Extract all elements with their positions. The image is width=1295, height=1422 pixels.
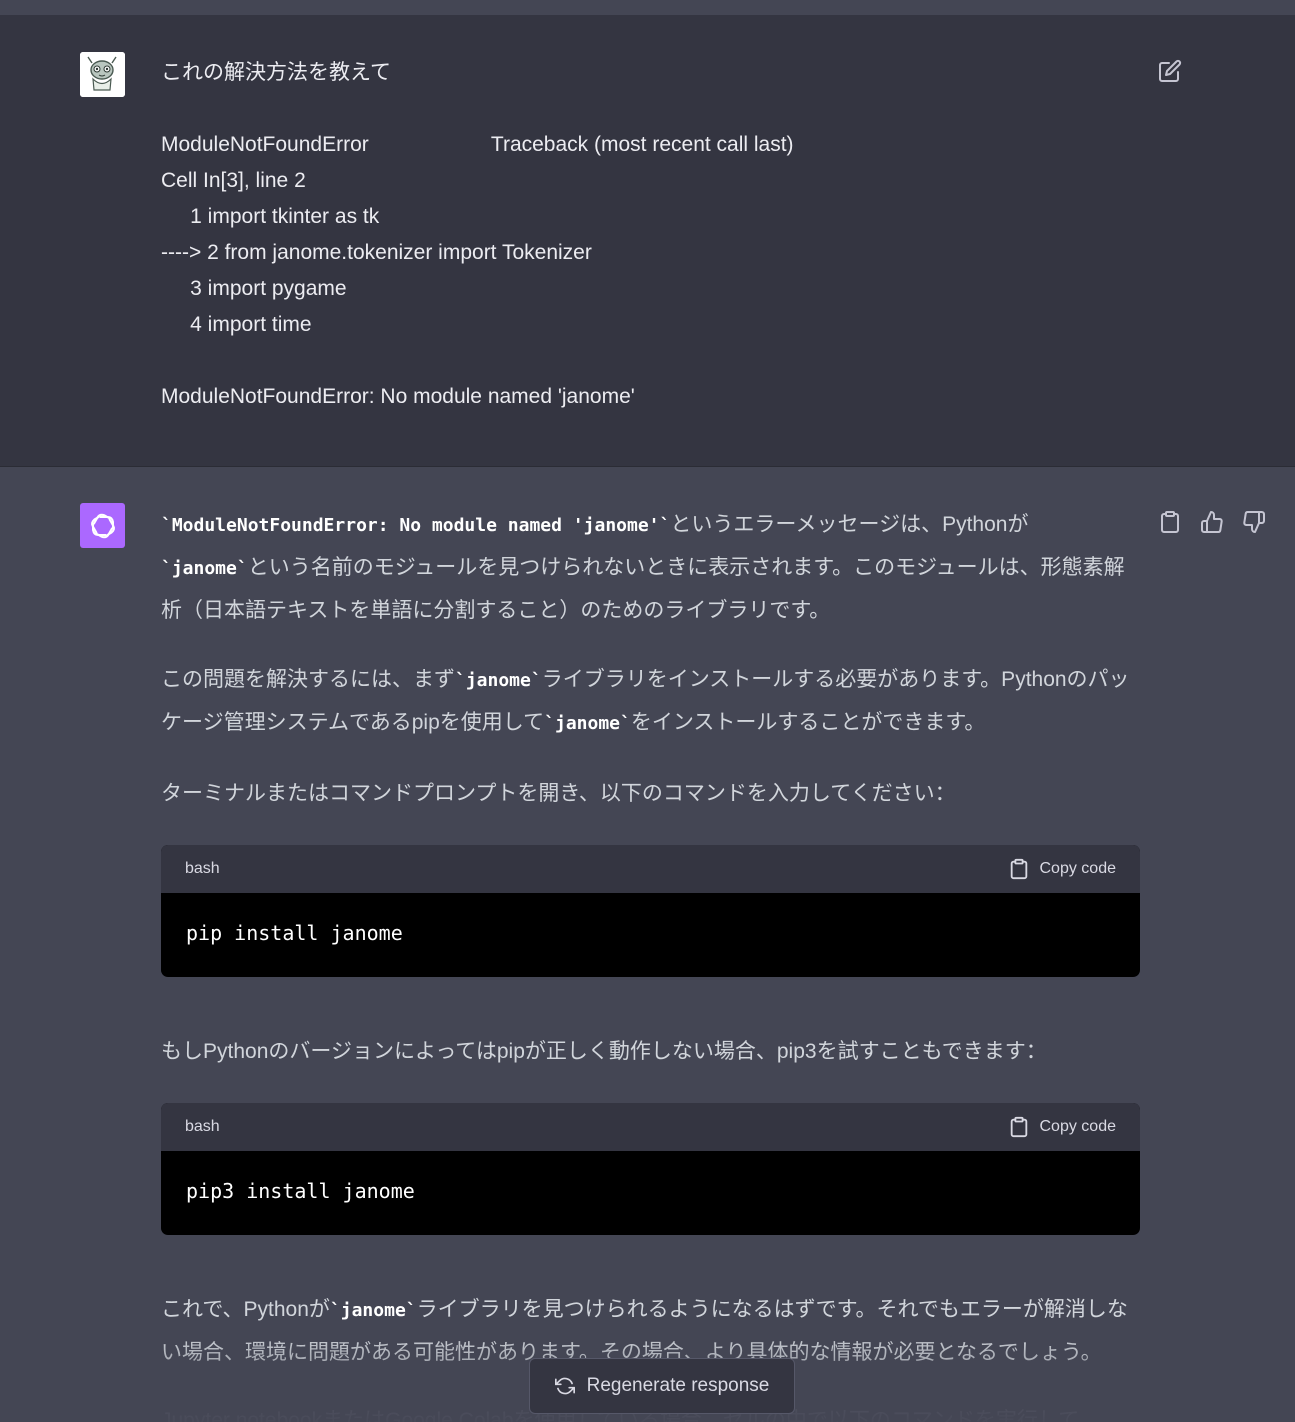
paragraph-text: というエラーメッセージは、Pythonが — [670, 513, 1029, 536]
answer-paragraph: ターミナルまたはコマンドプロンプトを開き、以下のコマンドを入力してください： — [161, 782, 956, 805]
traceback-line: Cell In[3], line 2 — [161, 169, 306, 192]
code-block-header: bash Copy code — [161, 845, 1140, 893]
paragraph-text: これで、Pythonが — [161, 1298, 330, 1321]
inline-code: `janome` — [455, 670, 542, 691]
traceback-line: 4 import time — [161, 313, 312, 336]
clipboard-icon — [1010, 1116, 1027, 1138]
regenerate-response-button[interactable]: Regenerate response — [529, 1358, 795, 1414]
code-block: bash Copy code pip3 install janome — [161, 1103, 1140, 1235]
clipboard-icon — [1010, 858, 1027, 880]
traceback-line: 1 import tkinter as tk — [161, 205, 380, 228]
refresh-icon — [554, 1377, 575, 1395]
code-language-label: bash — [185, 1118, 220, 1135]
paragraph-text: をインストールすることができます。 — [630, 711, 986, 734]
answer-paragraph: `ModuleNotFoundError: No module named 'j… — [161, 504, 1141, 632]
user-avatar — [80, 52, 125, 97]
user-message: これの解決方法を教えて ModuleNotFoundError Tracebac… — [0, 15, 1295, 467]
thumbs-up-button[interactable] — [1198, 508, 1226, 536]
assistant-avatar — [80, 503, 125, 548]
code-content: pip install janome — [186, 921, 403, 945]
answer-paragraph: この問題を解決するには、まず`janome`ライブラリをインストールする必要があ… — [161, 659, 1141, 745]
thumbs-up-icon — [1201, 511, 1223, 533]
traceback-blank-line — [161, 343, 1121, 379]
paragraph-text: という名前のモジュールを見つけられないときに表示されます。このモジュールは、形態… — [161, 556, 1125, 622]
code-block: bash Copy code pip install janome — [161, 845, 1140, 977]
copy-code-button[interactable]: Copy code — [1008, 1115, 1117, 1139]
copy-code-button[interactable]: Copy code — [1008, 857, 1117, 881]
openai-logo-icon — [90, 513, 115, 538]
code-language-label: bash — [185, 860, 220, 877]
copy-code-label: Copy code — [1039, 1118, 1117, 1135]
clipboard-icon — [1161, 511, 1179, 533]
user-message-title: これの解決方法を教えて — [161, 61, 391, 84]
inline-code: `ModuleNotFoundError: No module named 'j… — [161, 515, 671, 536]
thumbs-down-button[interactable] — [1240, 508, 1268, 536]
traceback-line: ModuleNotFoundError Traceback (most rece… — [161, 133, 794, 156]
user-message-text: これの解決方法を教えて ModuleNotFoundError Tracebac… — [161, 55, 1121, 415]
copy-code-label: Copy code — [1039, 860, 1117, 877]
traceback-line: 3 import pygame — [161, 277, 347, 300]
code-block-header: bash Copy code — [161, 1103, 1140, 1151]
traceback-line: ----> 2 from janome.tokenizer import Tok… — [161, 241, 592, 264]
inline-code: `janome` — [329, 1300, 417, 1321]
answer-paragraph: もしPythonのバージョンによってはpipが正しく動作しない場合、pip3を試… — [161, 1040, 1047, 1063]
edit-message-button[interactable] — [1157, 58, 1183, 84]
inline-code: `janome` — [544, 713, 631, 734]
thumbs-down-icon — [1243, 511, 1265, 533]
regenerate-label: Regenerate response — [586, 1375, 770, 1396]
inline-code: `janome` — [161, 558, 248, 579]
copy-message-button[interactable] — [1156, 508, 1184, 536]
paragraph-text: この問題を解決するには、まず — [161, 668, 455, 691]
traceback-line: ModuleNotFoundError: No module named 'ja… — [161, 385, 635, 408]
top-strip — [0, 0, 1295, 15]
code-content: pip3 install janome — [186, 1179, 415, 1203]
edit-icon — [1159, 59, 1182, 82]
